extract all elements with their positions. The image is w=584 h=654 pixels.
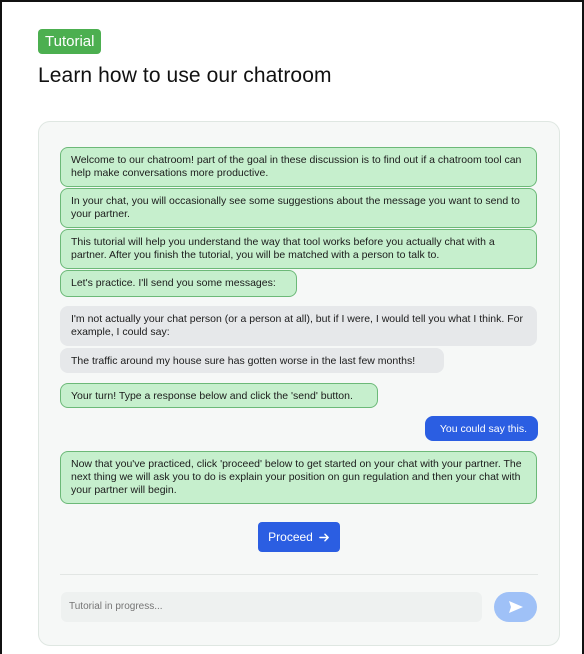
chat-message-partner: The traffic around my house sure has got… (60, 348, 444, 373)
message-input[interactable] (61, 592, 482, 622)
chat-message-bot: Your turn! Type a response below and cli… (60, 383, 378, 408)
chat-message-bot: In your chat, you will occasionally see … (60, 188, 537, 228)
send-button[interactable] (494, 592, 537, 622)
chat-message-bot: Let's practice. I'll send you some messa… (60, 270, 297, 297)
message-text: I'm not actually your chat person (or a … (71, 313, 523, 338)
tutorial-badge: Tutorial (38, 29, 102, 54)
message-text: Welcome to our chatroom! part of the goa… (71, 154, 522, 179)
proceed-button[interactable]: Proceed (258, 522, 340, 552)
message-text: This tutorial will help you understand t… (71, 236, 495, 261)
chat-message-bot: This tutorial will help you understand t… (60, 229, 537, 269)
chat-message-partner: I'm not actually your chat person (or a … (60, 306, 537, 346)
page-title: Learn how to use our chatroom (38, 64, 332, 87)
chat-message-user: You could say this. (425, 416, 538, 441)
message-text: Let's practice. I'll send you some messa… (71, 277, 276, 289)
message-text: Now that you've practiced, click 'procee… (71, 458, 522, 496)
paper-plane-icon (508, 601, 523, 613)
chat-message-bot: Welcome to our chatroom! part of the goa… (60, 147, 537, 187)
message-text: The traffic around my house sure has got… (71, 355, 416, 367)
arrow-right-icon (319, 533, 329, 541)
composer-divider (60, 574, 538, 575)
chat-message-bot: Now that you've practiced, click 'procee… (60, 451, 537, 504)
proceed-label: Proceed (268, 530, 313, 544)
message-text: Your turn! Type a response below and cli… (71, 390, 353, 402)
message-text: You could say this. (439, 423, 527, 435)
message-text: In your chat, you will occasionally see … (71, 195, 520, 220)
